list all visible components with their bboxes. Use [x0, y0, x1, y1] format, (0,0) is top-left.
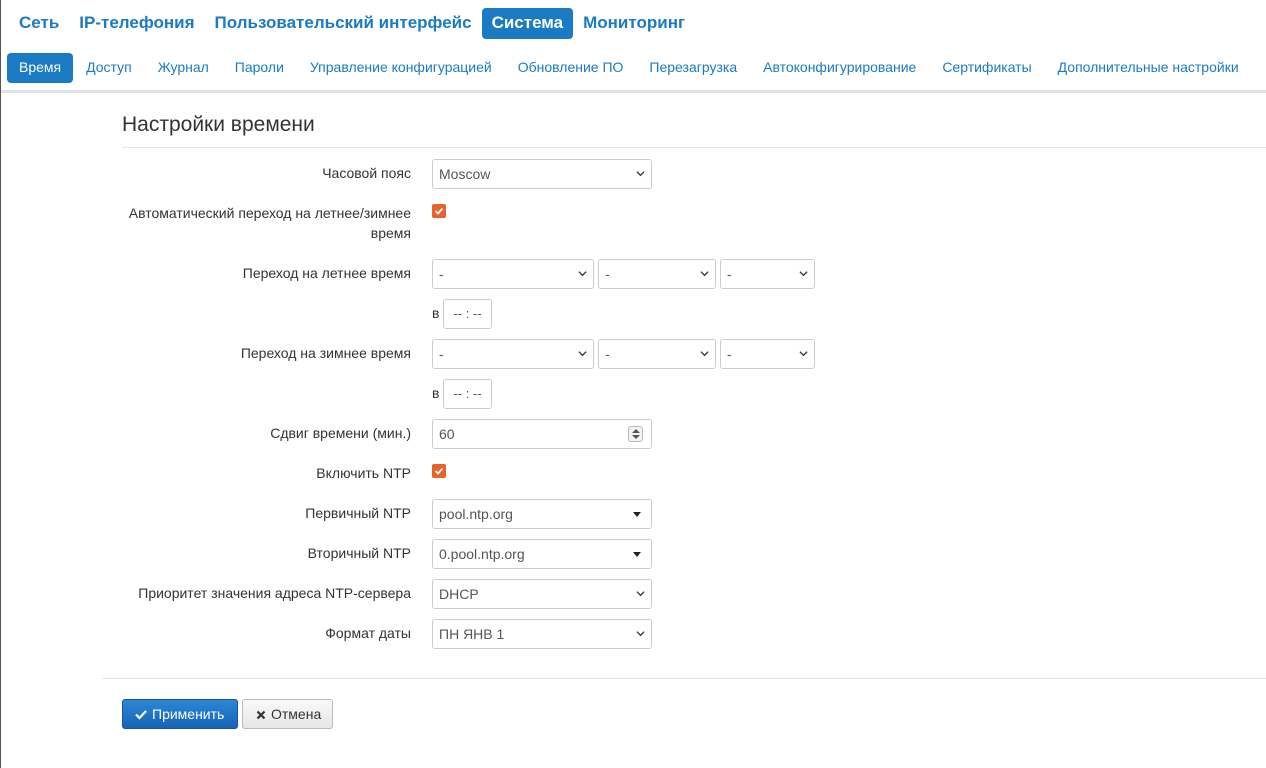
caret-down-icon — [633, 512, 641, 517]
check-icon — [135, 710, 147, 720]
chevron-down-icon — [700, 351, 709, 357]
date-format-value: ПН ЯНВ 1 — [439, 626, 505, 642]
top-nav-monitoring[interactable]: Мониторинг — [573, 8, 695, 39]
winter-week-value: - — [439, 346, 444, 362]
top-nav: Сеть IP-телефония Пользовательский интер… — [9, 8, 695, 39]
top-nav-user-interface[interactable]: Пользовательский интерфейс — [205, 8, 482, 39]
cancel-button-label: Отмена — [271, 706, 322, 722]
winter-week-select[interactable]: - — [432, 339, 594, 369]
tab-time[interactable]: Время — [7, 53, 74, 83]
ntp-enable-label: Включить NTP — [316, 465, 411, 481]
tab-advanced-settings[interactable]: Дополнительные настройки — [1045, 53, 1252, 83]
summer-month-select[interactable]: - — [720, 259, 815, 289]
top-nav-ip-telephony[interactable]: IP-телефония — [69, 8, 204, 39]
spin-down-icon — [632, 435, 640, 439]
chevron-down-icon — [636, 591, 645, 597]
summer-time-input[interactable]: -- : -- — [443, 299, 492, 329]
winter-time-input[interactable]: -- : -- — [443, 379, 492, 409]
winter-month-value: - — [727, 346, 732, 362]
secondary-ntp-label: Вторичный NTP — [307, 545, 411, 561]
top-nav-network[interactable]: Сеть — [9, 8, 69, 39]
ntp-priority-label: Приоритет значения адреса NTP-сервера — [138, 585, 411, 601]
ntp-priority-value: DHCP — [439, 586, 479, 602]
primary-ntp-value: pool.ntp.org — [439, 506, 513, 522]
summer-day-select[interactable]: - — [598, 259, 716, 289]
tab-config-management[interactable]: Управление конфигурацией — [297, 53, 505, 83]
footer-divider — [102, 678, 1266, 679]
chevron-down-icon — [799, 271, 808, 277]
sub-nav: Время Доступ Журнал Пароли Управление ко… — [7, 53, 1252, 83]
timezone-label: Часовой пояс — [322, 165, 411, 181]
primary-ntp-label: Первичный NTP — [305, 505, 411, 521]
cancel-button[interactable]: Отмена — [242, 699, 333, 729]
auto-dst-label: Автоматический переход на летнее/зимнее … — [128, 205, 411, 241]
tab-reboot[interactable]: Перезагрузка — [636, 53, 750, 83]
offset-input[interactable]: 60 — [432, 419, 652, 449]
timezone-value: Moscow — [439, 166, 491, 182]
offset-spinner[interactable] — [628, 426, 643, 442]
secondary-ntp-value: 0.pool.ntp.org — [439, 546, 525, 562]
chevron-down-icon — [636, 171, 645, 177]
section-divider — [122, 147, 1266, 148]
summer-month-value: - — [727, 266, 732, 282]
tab-autoconfig[interactable]: Автоконфигурирование — [750, 53, 929, 83]
secondary-ntp-combobox[interactable]: 0.pool.ntp.org — [432, 539, 652, 569]
apply-button[interactable]: Применить — [122, 699, 238, 729]
chevron-down-icon — [636, 631, 645, 637]
section-title: Настройки времени — [122, 113, 315, 136]
check-icon — [434, 467, 444, 475]
tab-access[interactable]: Доступ — [73, 53, 145, 83]
offset-label: Сдвиг времени (мин.) — [270, 425, 411, 441]
date-format-label: Формат даты — [325, 625, 411, 641]
summer-at-label: в — [432, 305, 440, 321]
tab-passwords[interactable]: Пароли — [222, 53, 297, 83]
chevron-down-icon — [578, 351, 587, 357]
close-icon — [256, 710, 266, 720]
ntp-enable-checkbox[interactable] — [432, 464, 446, 478]
summer-week-select[interactable]: - — [432, 259, 594, 289]
auto-dst-checkbox[interactable] — [432, 204, 446, 218]
primary-ntp-combobox[interactable]: pool.ntp.org — [432, 499, 652, 529]
chevron-down-icon — [799, 351, 808, 357]
nav-divider — [1, 90, 1266, 93]
winter-time-label: Переход на зимнее время — [240, 345, 411, 361]
ntp-priority-select[interactable]: DHCP — [432, 579, 652, 609]
top-nav-system[interactable]: Система — [481, 8, 574, 39]
spin-up-icon — [632, 429, 640, 433]
summer-week-value: - — [439, 266, 444, 282]
caret-down-icon — [633, 552, 641, 557]
summer-day-value: - — [605, 266, 610, 282]
summer-time-label: Переход на летнее время — [242, 265, 411, 281]
offset-value: 60 — [439, 426, 455, 442]
tab-certificates[interactable]: Сертификаты — [929, 53, 1044, 83]
winter-day-value: - — [605, 346, 610, 362]
winter-day-select[interactable]: - — [598, 339, 716, 369]
chevron-down-icon — [578, 271, 587, 277]
winter-month-select[interactable]: - — [720, 339, 815, 369]
date-format-select[interactable]: ПН ЯНВ 1 — [432, 619, 652, 649]
winter-at-label: в — [432, 385, 440, 401]
timezone-select[interactable]: Moscow — [432, 159, 652, 189]
tab-log[interactable]: Журнал — [145, 53, 222, 83]
check-icon — [434, 207, 444, 215]
apply-button-label: Применить — [152, 706, 225, 722]
tab-firmware-update[interactable]: Обновление ПО — [505, 53, 637, 83]
chevron-down-icon — [700, 271, 709, 277]
